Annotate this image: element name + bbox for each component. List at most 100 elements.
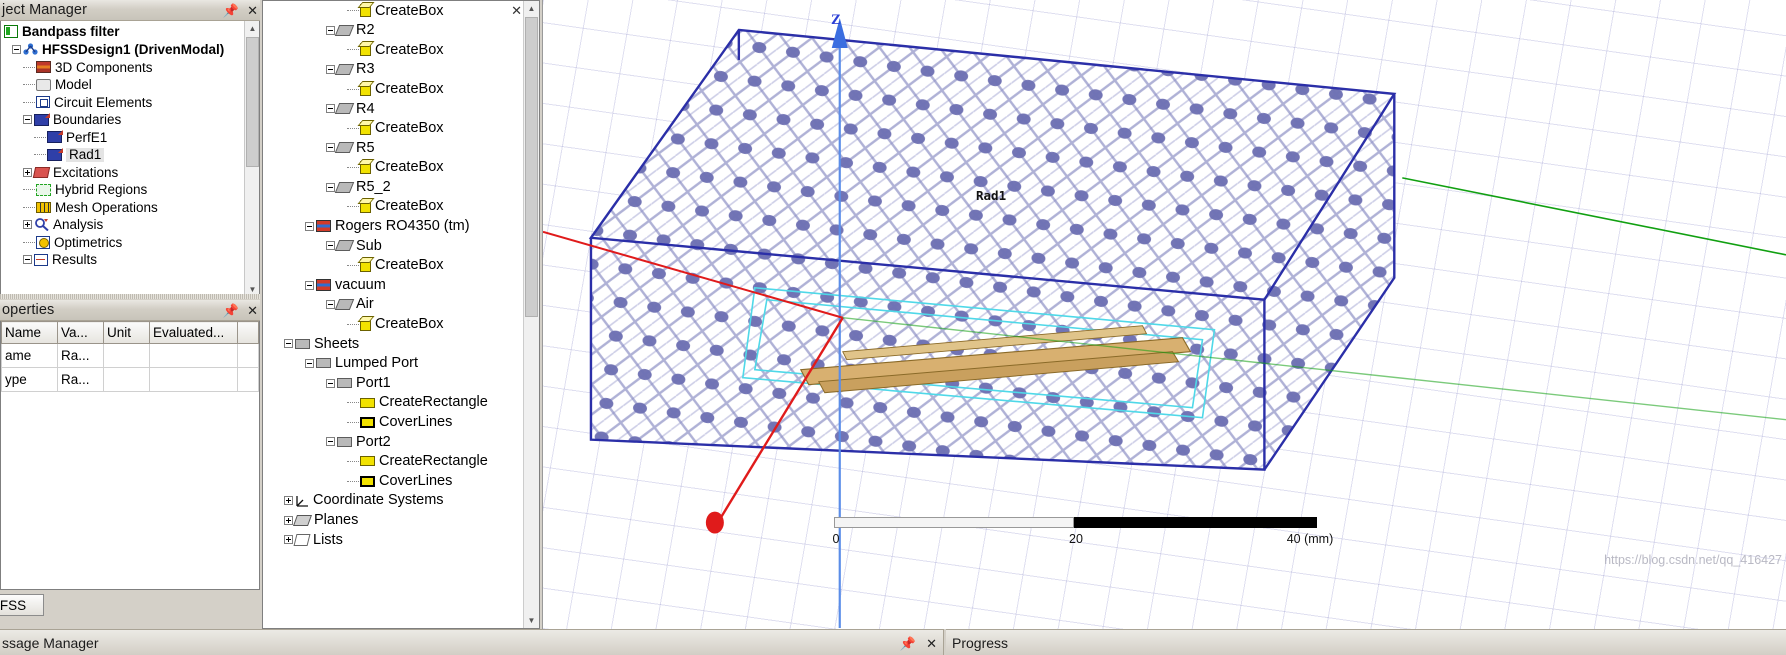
tree-item[interactable]: CoverLines bbox=[263, 471, 525, 491]
scrollbar-thumb[interactable] bbox=[246, 37, 259, 167]
scroll-up-icon[interactable]: ▲ bbox=[245, 21, 259, 36]
column-header-name[interactable]: Name bbox=[1, 321, 58, 344]
model-tree-scrollbar[interactable]: ▲ ▼ bbox=[523, 1, 539, 628]
tree-item[interactable]: Lists bbox=[263, 530, 525, 550]
tree-item[interactable]: R4 bbox=[263, 99, 525, 119]
tree-item[interactable]: 3D Components bbox=[1, 59, 259, 77]
property-name-cell[interactable]: ame bbox=[1, 343, 58, 368]
scrollbar-thumb[interactable] bbox=[525, 17, 538, 317]
expand-icon[interactable] bbox=[23, 220, 32, 230]
project-filter-row[interactable]: Bandpass filter bbox=[1, 21, 259, 41]
property-value-cell[interactable]: Ra... bbox=[57, 367, 104, 392]
close-icon[interactable]: ✕ bbox=[926, 637, 937, 650]
tree-item[interactable]: CreateBox bbox=[263, 158, 525, 178]
property-extra-cell[interactable] bbox=[237, 367, 259, 392]
property-value-cell[interactable]: Ra... bbox=[57, 343, 104, 368]
collapse-icon[interactable] bbox=[23, 115, 32, 125]
tree-item[interactable]: CreateBox bbox=[263, 315, 525, 335]
pin-icon[interactable]: 📌 bbox=[223, 4, 239, 17]
collapse-icon[interactable] bbox=[326, 182, 335, 192]
tree-item[interactable]: CreateBox bbox=[263, 1, 525, 21]
tree-item[interactable]: Planes bbox=[263, 510, 525, 530]
tree-item[interactable]: R5 bbox=[263, 138, 525, 158]
tree-item[interactable]: Coordinate Systems bbox=[263, 491, 525, 511]
tree-item[interactable]: Optimetrics bbox=[1, 234, 259, 252]
property-unit-cell[interactable] bbox=[103, 367, 150, 392]
tab-hfss[interactable]: FSS bbox=[0, 594, 44, 616]
tree-connector bbox=[347, 167, 359, 169]
close-icon[interactable]: ✕ bbox=[247, 304, 258, 317]
property-evaluated-cell[interactable] bbox=[149, 343, 238, 368]
tree-item[interactable]: CreateBox bbox=[263, 40, 525, 60]
collapse-icon[interactable] bbox=[305, 280, 314, 290]
tree-item[interactable]: Rad1 bbox=[1, 146, 259, 164]
collapse-icon[interactable] bbox=[23, 255, 32, 265]
scroll-up-icon[interactable]: ▲ bbox=[524, 1, 539, 16]
pin-icon[interactable]: 📌 bbox=[900, 637, 916, 650]
column-header-extra[interactable] bbox=[237, 321, 259, 344]
tree-item[interactable]: Circuit Elements bbox=[1, 94, 259, 112]
collapse-icon[interactable] bbox=[305, 358, 314, 368]
project-tree-scrollbar[interactable]: ▲ ▼ bbox=[244, 21, 259, 297]
tree-item[interactable]: PerfE1 bbox=[1, 129, 259, 147]
tree-item[interactable]: R3 bbox=[263, 60, 525, 80]
tree-item[interactable]: Model bbox=[1, 76, 259, 94]
tree-item[interactable]: Mesh Operations bbox=[1, 199, 259, 217]
tree-item[interactable]: CoverLines bbox=[263, 412, 525, 432]
3d-viewport[interactable]: Z Rad1 0 20 40 (mm) https://blog.csdn.ne… bbox=[542, 0, 1786, 629]
pin-icon[interactable]: 📌 bbox=[223, 304, 239, 317]
tree-connector bbox=[23, 206, 35, 208]
tree-item[interactable]: Port2 bbox=[263, 432, 525, 452]
tree-item[interactable]: Results bbox=[1, 251, 259, 269]
tree-item[interactable]: CreateBox bbox=[263, 119, 525, 139]
tree-item[interactable]: HFSSDesign1 (DrivenModal) bbox=[1, 41, 259, 59]
property-unit-cell[interactable] bbox=[103, 343, 150, 368]
collapse-icon[interactable] bbox=[12, 45, 21, 55]
property-extra-cell[interactable] bbox=[237, 343, 259, 368]
panel-splitter[interactable] bbox=[0, 294, 260, 299]
tree-item-label: CreateBox bbox=[375, 80, 444, 97]
collapse-icon[interactable] bbox=[326, 437, 335, 447]
collapse-icon[interactable] bbox=[326, 300, 335, 310]
tree-item[interactable]: CreateRectangle bbox=[263, 452, 525, 472]
column-header-evaluated[interactable]: Evaluated... bbox=[149, 321, 238, 344]
column-header-value[interactable]: Va... bbox=[57, 321, 104, 344]
properties-row[interactable]: ype Ra... bbox=[1, 367, 259, 392]
tree-item[interactable]: CreateRectangle bbox=[263, 393, 525, 413]
collapse-icon[interactable] bbox=[326, 378, 335, 388]
close-icon[interactable]: ✕ bbox=[247, 4, 258, 17]
tree-item[interactable]: Air bbox=[263, 295, 525, 315]
expand-icon[interactable] bbox=[284, 515, 293, 525]
tree-item[interactable]: Lumped Port bbox=[263, 354, 525, 374]
tree-item[interactable]: Hybrid Regions bbox=[1, 181, 259, 199]
collapse-icon[interactable] bbox=[305, 221, 314, 231]
tree-item[interactable]: Sheets bbox=[263, 334, 525, 354]
tree-item[interactable]: CreateBox bbox=[263, 79, 525, 99]
tree-item[interactable]: Port1 bbox=[263, 373, 525, 393]
tree-item[interactable]: R5_2 bbox=[263, 177, 525, 197]
collapse-icon[interactable] bbox=[326, 104, 335, 114]
scroll-down-icon[interactable]: ▼ bbox=[524, 613, 539, 628]
tree-item[interactable]: CreateBox bbox=[263, 197, 525, 217]
expand-icon[interactable] bbox=[23, 167, 32, 177]
collapse-icon[interactable] bbox=[326, 25, 335, 35]
tree-item[interactable]: Sub bbox=[263, 236, 525, 256]
collapse-icon[interactable] bbox=[326, 143, 335, 153]
expand-icon[interactable] bbox=[284, 496, 293, 506]
tree-item[interactable]: CreateBox bbox=[263, 256, 525, 276]
tree-item[interactable]: Analysis bbox=[1, 216, 259, 234]
collapse-icon[interactable] bbox=[326, 241, 335, 251]
expand-icon[interactable] bbox=[284, 535, 293, 545]
properties-row[interactable]: ame Ra... bbox=[1, 343, 259, 368]
tree-item[interactable]: Boundaries bbox=[1, 111, 259, 129]
tree-item[interactable]: Rogers RO4350 (tm) bbox=[263, 217, 525, 237]
collapse-icon[interactable] bbox=[326, 65, 335, 75]
property-name-cell[interactable]: ype bbox=[1, 367, 58, 392]
column-header-unit[interactable]: Unit bbox=[103, 321, 150, 344]
collapse-icon[interactable] bbox=[284, 339, 293, 349]
tree-item-label: CreateBox bbox=[375, 41, 444, 58]
tree-item[interactable]: vacuum bbox=[263, 275, 525, 295]
tree-item[interactable]: Excitations bbox=[1, 164, 259, 182]
property-evaluated-cell[interactable] bbox=[149, 367, 238, 392]
tree-item[interactable]: R2 bbox=[263, 21, 525, 41]
